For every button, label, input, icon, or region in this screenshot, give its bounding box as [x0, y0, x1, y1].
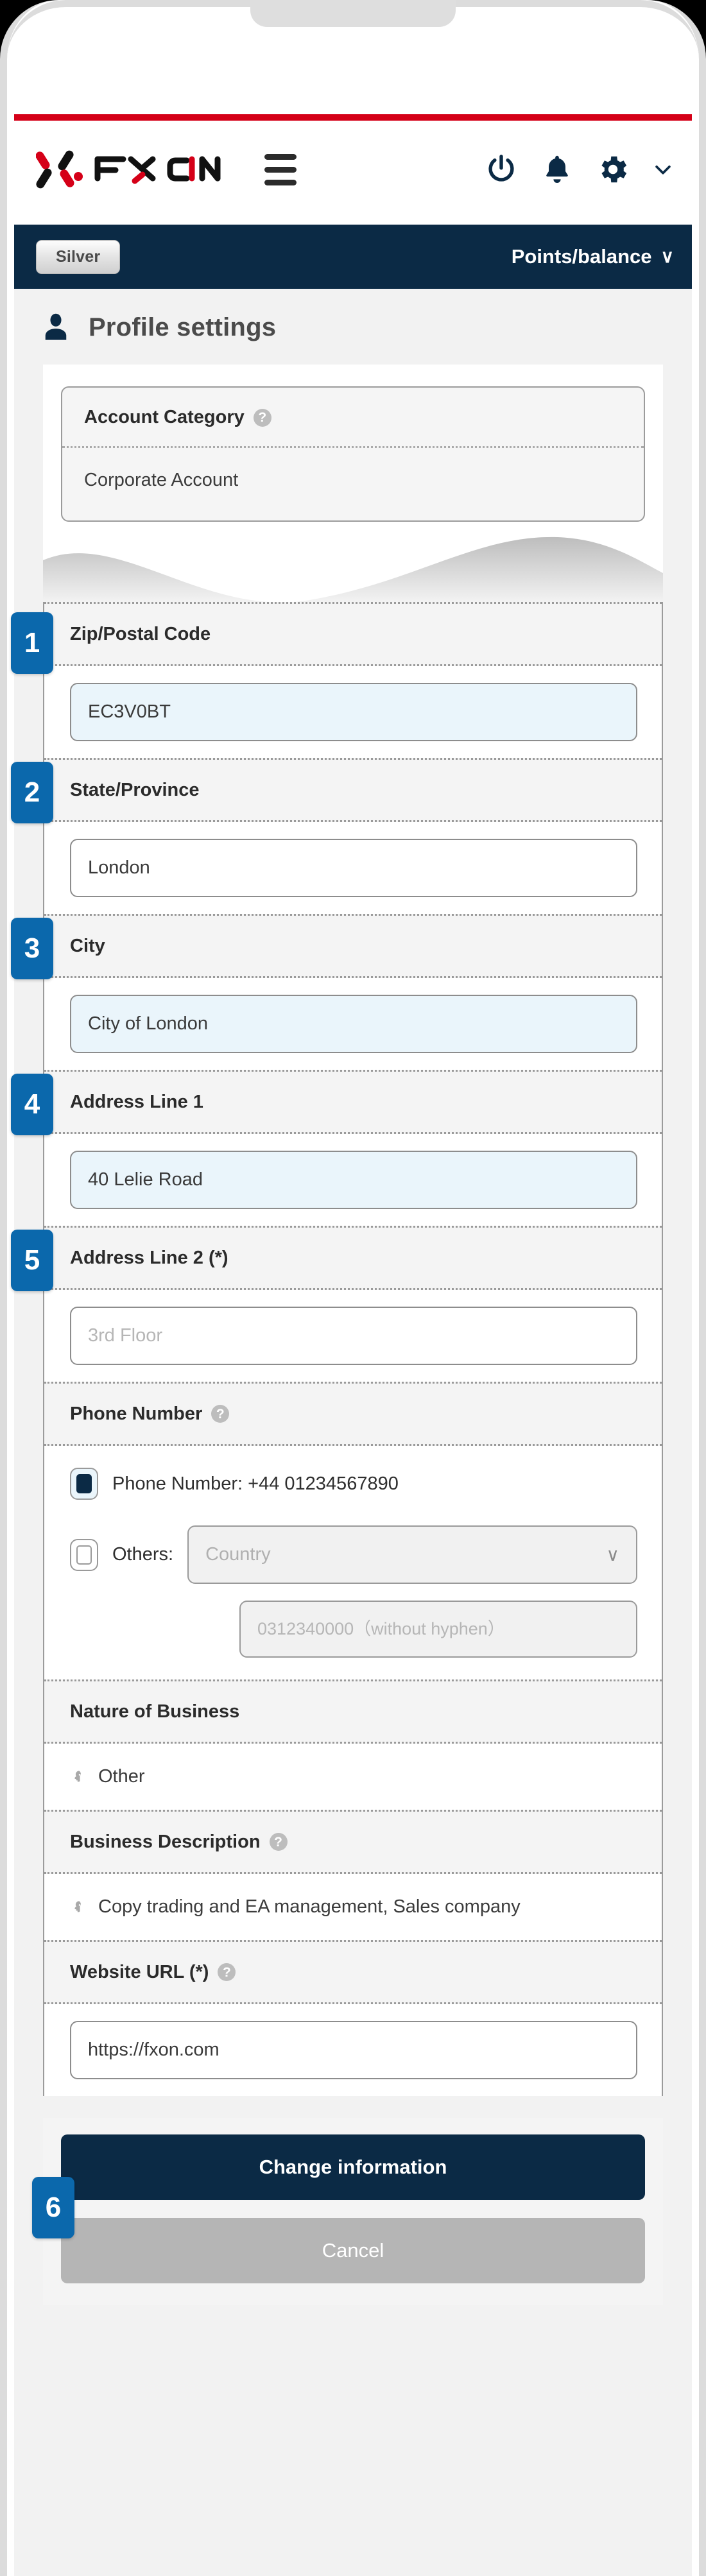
bottom-spacer — [14, 2305, 692, 2357]
account-category-card: Account Category ? Corporate Account — [61, 386, 645, 522]
bell-icon[interactable] — [540, 152, 574, 187]
nature-of-business-value-row: Other — [44, 1744, 662, 1810]
website-url-label-row: Website URL (*) ? — [44, 1940, 662, 2005]
field-address-line-1: 4 Address Line 1 — [11, 1070, 662, 1226]
business-description-label: Business Description — [70, 1831, 261, 1852]
page-body: Profile settings Account Category ? Corp… — [11, 289, 692, 2576]
phone-number-options: Phone Number: +44 01234567890 Others: Co… — [44, 1446, 662, 1679]
radio-checked-icon[interactable] — [70, 1468, 98, 1500]
help-icon[interactable]: ? — [218, 1963, 236, 1982]
radio-unchecked-icon[interactable] — [70, 1538, 98, 1571]
help-icon[interactable]: ? — [269, 1833, 288, 1851]
header-icon-group — [484, 152, 674, 187]
step-badge-3: 3 — [11, 918, 53, 979]
field-label: Zip/Postal Code — [44, 602, 662, 666]
business-description-value: Copy trading and EA management, Sales co… — [98, 1896, 521, 1918]
field-zip-postal-code: 1 Zip/Postal Code — [11, 602, 662, 758]
other-phone-number-input[interactable] — [239, 1601, 637, 1658]
field-website-url: Website URL (*) ? — [44, 1940, 662, 2097]
phone-primary-label: Phone Number: +44 01234567890 — [112, 1473, 399, 1494]
profile-form: 1 Zip/Postal Code 2 State/Province — [11, 602, 663, 2097]
country-select-value: Country — [205, 1544, 271, 1565]
step-badge-4: 4 — [11, 1074, 53, 1135]
power-icon[interactable] — [484, 152, 519, 187]
field-phone-number: Phone Number ? Phone Number: +44 0123456… — [44, 1382, 662, 1679]
help-icon[interactable]: ? — [253, 408, 271, 427]
field-label: Address Line 1 — [44, 1070, 662, 1134]
step-badge-5: 5 — [11, 1230, 53, 1291]
change-information-button[interactable]: Change information — [61, 2134, 645, 2201]
country-select[interactable]: Country ∨ — [187, 1525, 637, 1584]
business-description-label-row: Business Description ? — [44, 1810, 662, 1875]
field-nature-of-business: Nature of Business Other — [44, 1679, 662, 1810]
phone-number-label: Phone Number — [70, 1403, 203, 1424]
field-business-description: Business Description ? Copy trading and … — [44, 1810, 662, 1941]
step-badge-6: 6 — [32, 2177, 74, 2239]
phone-frame: Silver Points/balance ∨ Profile settings… — [0, 0, 706, 2576]
fxon-logo-mark — [36, 150, 83, 189]
page-title: Profile settings — [89, 313, 277, 341]
fxon-logo-wordmark — [94, 156, 221, 184]
points-balance-dropdown[interactable]: Points/balance ∨ — [512, 245, 674, 268]
brand-red-rule — [14, 114, 692, 121]
field-city: 3 City — [11, 914, 662, 1070]
field-label: Address Line 2 (*) — [44, 1226, 662, 1290]
state-province-input[interactable] — [70, 839, 637, 897]
key-icon — [74, 1901, 81, 1912]
form-actions: 6 Change information Cancel — [32, 2118, 663, 2306]
address-line-2-input[interactable] — [70, 1307, 637, 1365]
wave-shape — [43, 537, 663, 602]
key-icon — [74, 1771, 81, 1782]
account-category-header: Account Category ? — [62, 388, 644, 448]
nature-of-business-value: Other — [98, 1766, 145, 1787]
points-balance-label: Points/balance — [511, 245, 652, 268]
phone-notch — [250, 0, 456, 27]
app-header — [14, 121, 692, 218]
field-state-province: 2 State/Province — [11, 758, 662, 914]
account-category-card-wrap: Account Category ? Corporate Account — [43, 365, 663, 522]
gear-icon[interactable] — [596, 152, 630, 187]
points-chevron-down-icon: ∨ — [660, 246, 675, 266]
account-category-label: Account Category — [84, 407, 245, 427]
fxon-logo[interactable] — [36, 148, 222, 191]
tier-badge[interactable]: Silver — [36, 239, 121, 274]
user-avatar-icon — [45, 313, 67, 340]
screenshot-root: Silver Points/balance ∨ Profile settings… — [0, 0, 706, 2576]
nature-of-business-label: Nature of Business — [44, 1679, 662, 1744]
field-label: City — [44, 914, 662, 978]
phone-others-option[interactable]: Others: Country ∨ — [70, 1525, 637, 1584]
page-title-row: Profile settings — [14, 289, 692, 365]
chevron-down-icon: ∨ — [606, 1545, 620, 1565]
status-strip: Silver Points/balance ∨ — [14, 225, 692, 289]
step-badge-2: 2 — [11, 762, 53, 823]
website-url-label: Website URL (*) — [70, 1961, 209, 1982]
phone-number-label-row: Phone Number ? — [44, 1382, 662, 1446]
city-input[interactable] — [70, 995, 637, 1053]
help-icon[interactable]: ? — [211, 1405, 230, 1423]
field-address-line-2: 5 Address Line 2 (*) — [11, 1226, 662, 1382]
website-url-input[interactable] — [70, 2021, 637, 2080]
zip-postal-code-input[interactable] — [70, 683, 637, 741]
hamburger-menu-icon[interactable] — [264, 153, 297, 185]
step-badge-1: 1 — [11, 612, 53, 674]
phone-primary-option[interactable]: Phone Number: +44 01234567890 — [70, 1468, 637, 1500]
cancel-button[interactable]: Cancel — [61, 2218, 645, 2284]
address-line-1-input[interactable] — [70, 1151, 637, 1209]
business-description-value-row: Copy trading and EA management, Sales co… — [44, 1874, 662, 1941]
scroll-wave-divider — [43, 522, 663, 602]
field-label: State/Province — [44, 758, 662, 822]
account-category-value: Corporate Account — [84, 470, 239, 490]
chevron-down-icon[interactable] — [652, 159, 674, 180]
phone-others-label: Others: — [112, 1544, 174, 1565]
